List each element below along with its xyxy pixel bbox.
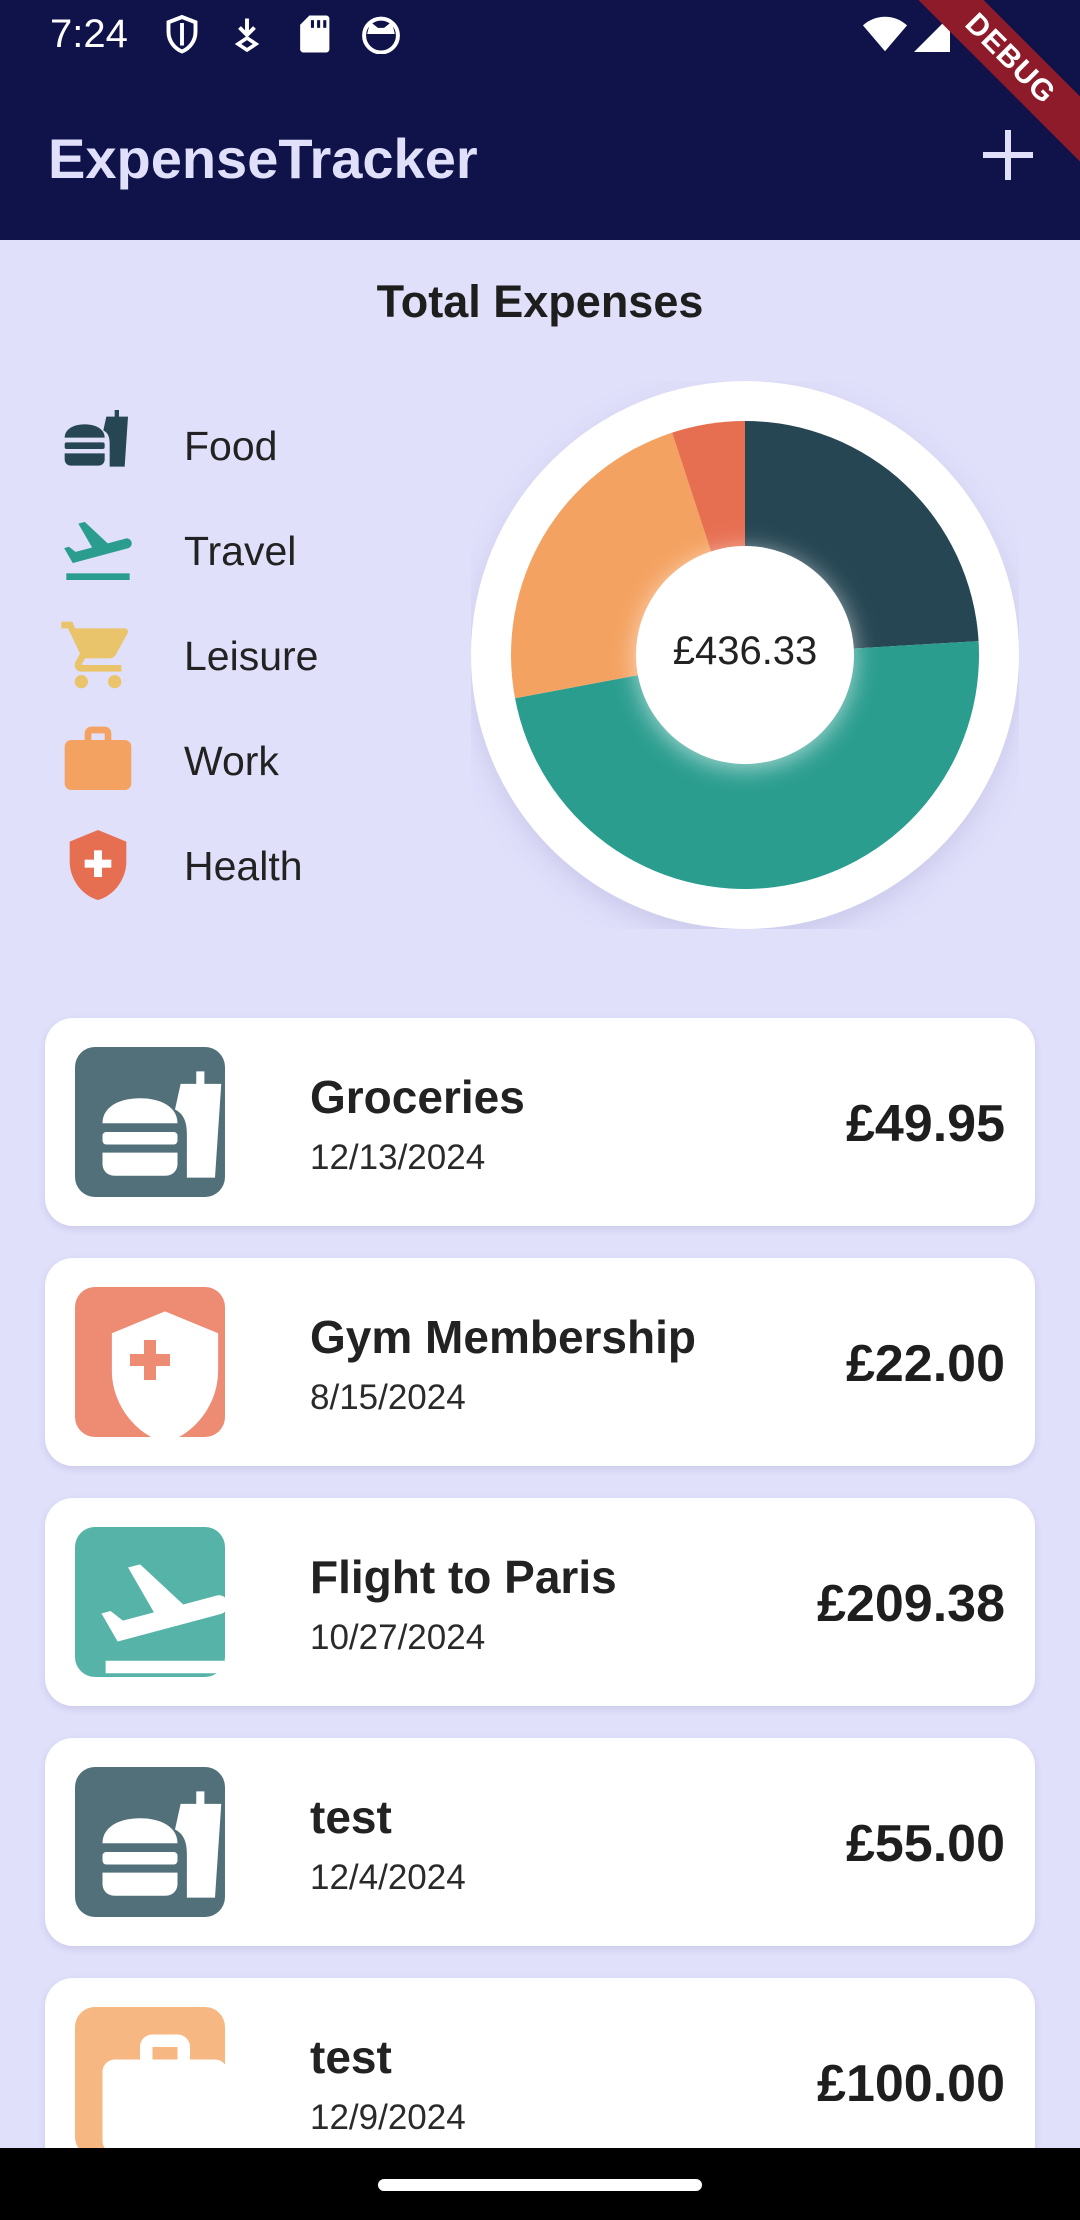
shield-icon — [166, 14, 198, 54]
expense-card-flight-to-paris[interactable]: Flight to Paris 10/27/2024 £209.38 — [45, 1498, 1035, 1706]
expense-date: 12/9/2024 — [310, 2098, 466, 2137]
expense-amount: £22.00 — [845, 1335, 1005, 1393]
sd-card-icon — [300, 15, 330, 53]
status-time: 7:24 — [50, 12, 128, 56]
expense-name: test — [310, 1791, 392, 1843]
expense-name: Groceries — [310, 1071, 525, 1123]
expense-card-test[interactable]: test 12/4/2024 £55.00 — [45, 1738, 1035, 1946]
category-icon-tile — [75, 1047, 225, 1197]
flight-icon — [75, 1527, 225, 1677]
expense-card-groceries[interactable]: Groceries 12/13/2024 £49.95 — [45, 1018, 1035, 1226]
summary-title: Total Expenses — [376, 276, 704, 327]
legend-label: Work — [184, 738, 279, 784]
expense-amount: £100.00 — [817, 2055, 1005, 2113]
expense-name: Gym Membership — [310, 1311, 696, 1363]
expense-card-gym-membership[interactable]: Gym Membership 8/15/2024 £22.00 — [45, 1258, 1035, 1466]
app-title: ExpenseTracker — [48, 127, 478, 190]
expense-date: 8/15/2024 — [310, 1378, 466, 1417]
briefcase-icon — [58, 720, 138, 800]
home-gesture-handle[interactable] — [378, 2179, 702, 2191]
legend-item-work: Work — [58, 720, 458, 800]
legend-label: Health — [184, 843, 303, 889]
expense-name: test — [310, 2031, 392, 2083]
expense-amount: £209.38 — [817, 1575, 1005, 1633]
plus-icon — [983, 130, 1033, 180]
legend-item-travel: Travel — [58, 510, 458, 590]
status-bar: 7:24 — [0, 0, 1080, 72]
legend-label: Travel — [184, 528, 297, 574]
health-shield-icon — [58, 825, 138, 905]
download-icon — [234, 18, 260, 53]
system-navigation-bar — [0, 2148, 1080, 2220]
app-bar: ExpenseTracker — [0, 72, 1080, 240]
briefcase-icon — [75, 2007, 225, 2157]
legend-label: Leisure — [184, 633, 319, 679]
chart-total-label: £436.33 — [672, 629, 818, 673]
category-icon-tile — [75, 1287, 225, 1437]
expense-name: Flight to Paris — [310, 1551, 617, 1603]
expense-date: 12/13/2024 — [310, 1138, 486, 1177]
expense-date: 12/4/2024 — [310, 1858, 466, 1897]
category-icon-tile — [75, 1767, 225, 1917]
expense-amount: £55.00 — [845, 1815, 1005, 1873]
health-shield-icon — [75, 1287, 225, 1437]
food-icon — [75, 1767, 225, 1917]
cat-face-icon — [362, 16, 400, 54]
legend-label: Food — [184, 423, 278, 469]
wifi-icon — [862, 16, 908, 52]
category-icon-tile — [75, 1527, 225, 1677]
flight-icon — [58, 510, 138, 590]
legend-item-food: Food — [58, 405, 458, 485]
legend-item-leisure: Leisure — [58, 615, 458, 695]
food-icon — [58, 405, 138, 485]
legend-item-health: Health — [58, 825, 458, 905]
food-icon — [75, 1047, 225, 1197]
add-expense-button[interactable] — [975, 122, 1041, 188]
shopping-cart-icon — [58, 615, 138, 695]
expense-date: 10/27/2024 — [310, 1618, 486, 1657]
category-icon-tile — [75, 2007, 225, 2157]
expense-amount: £49.95 — [845, 1095, 1005, 1153]
expense-donut-chart: £436.33 — [471, 381, 1019, 929]
